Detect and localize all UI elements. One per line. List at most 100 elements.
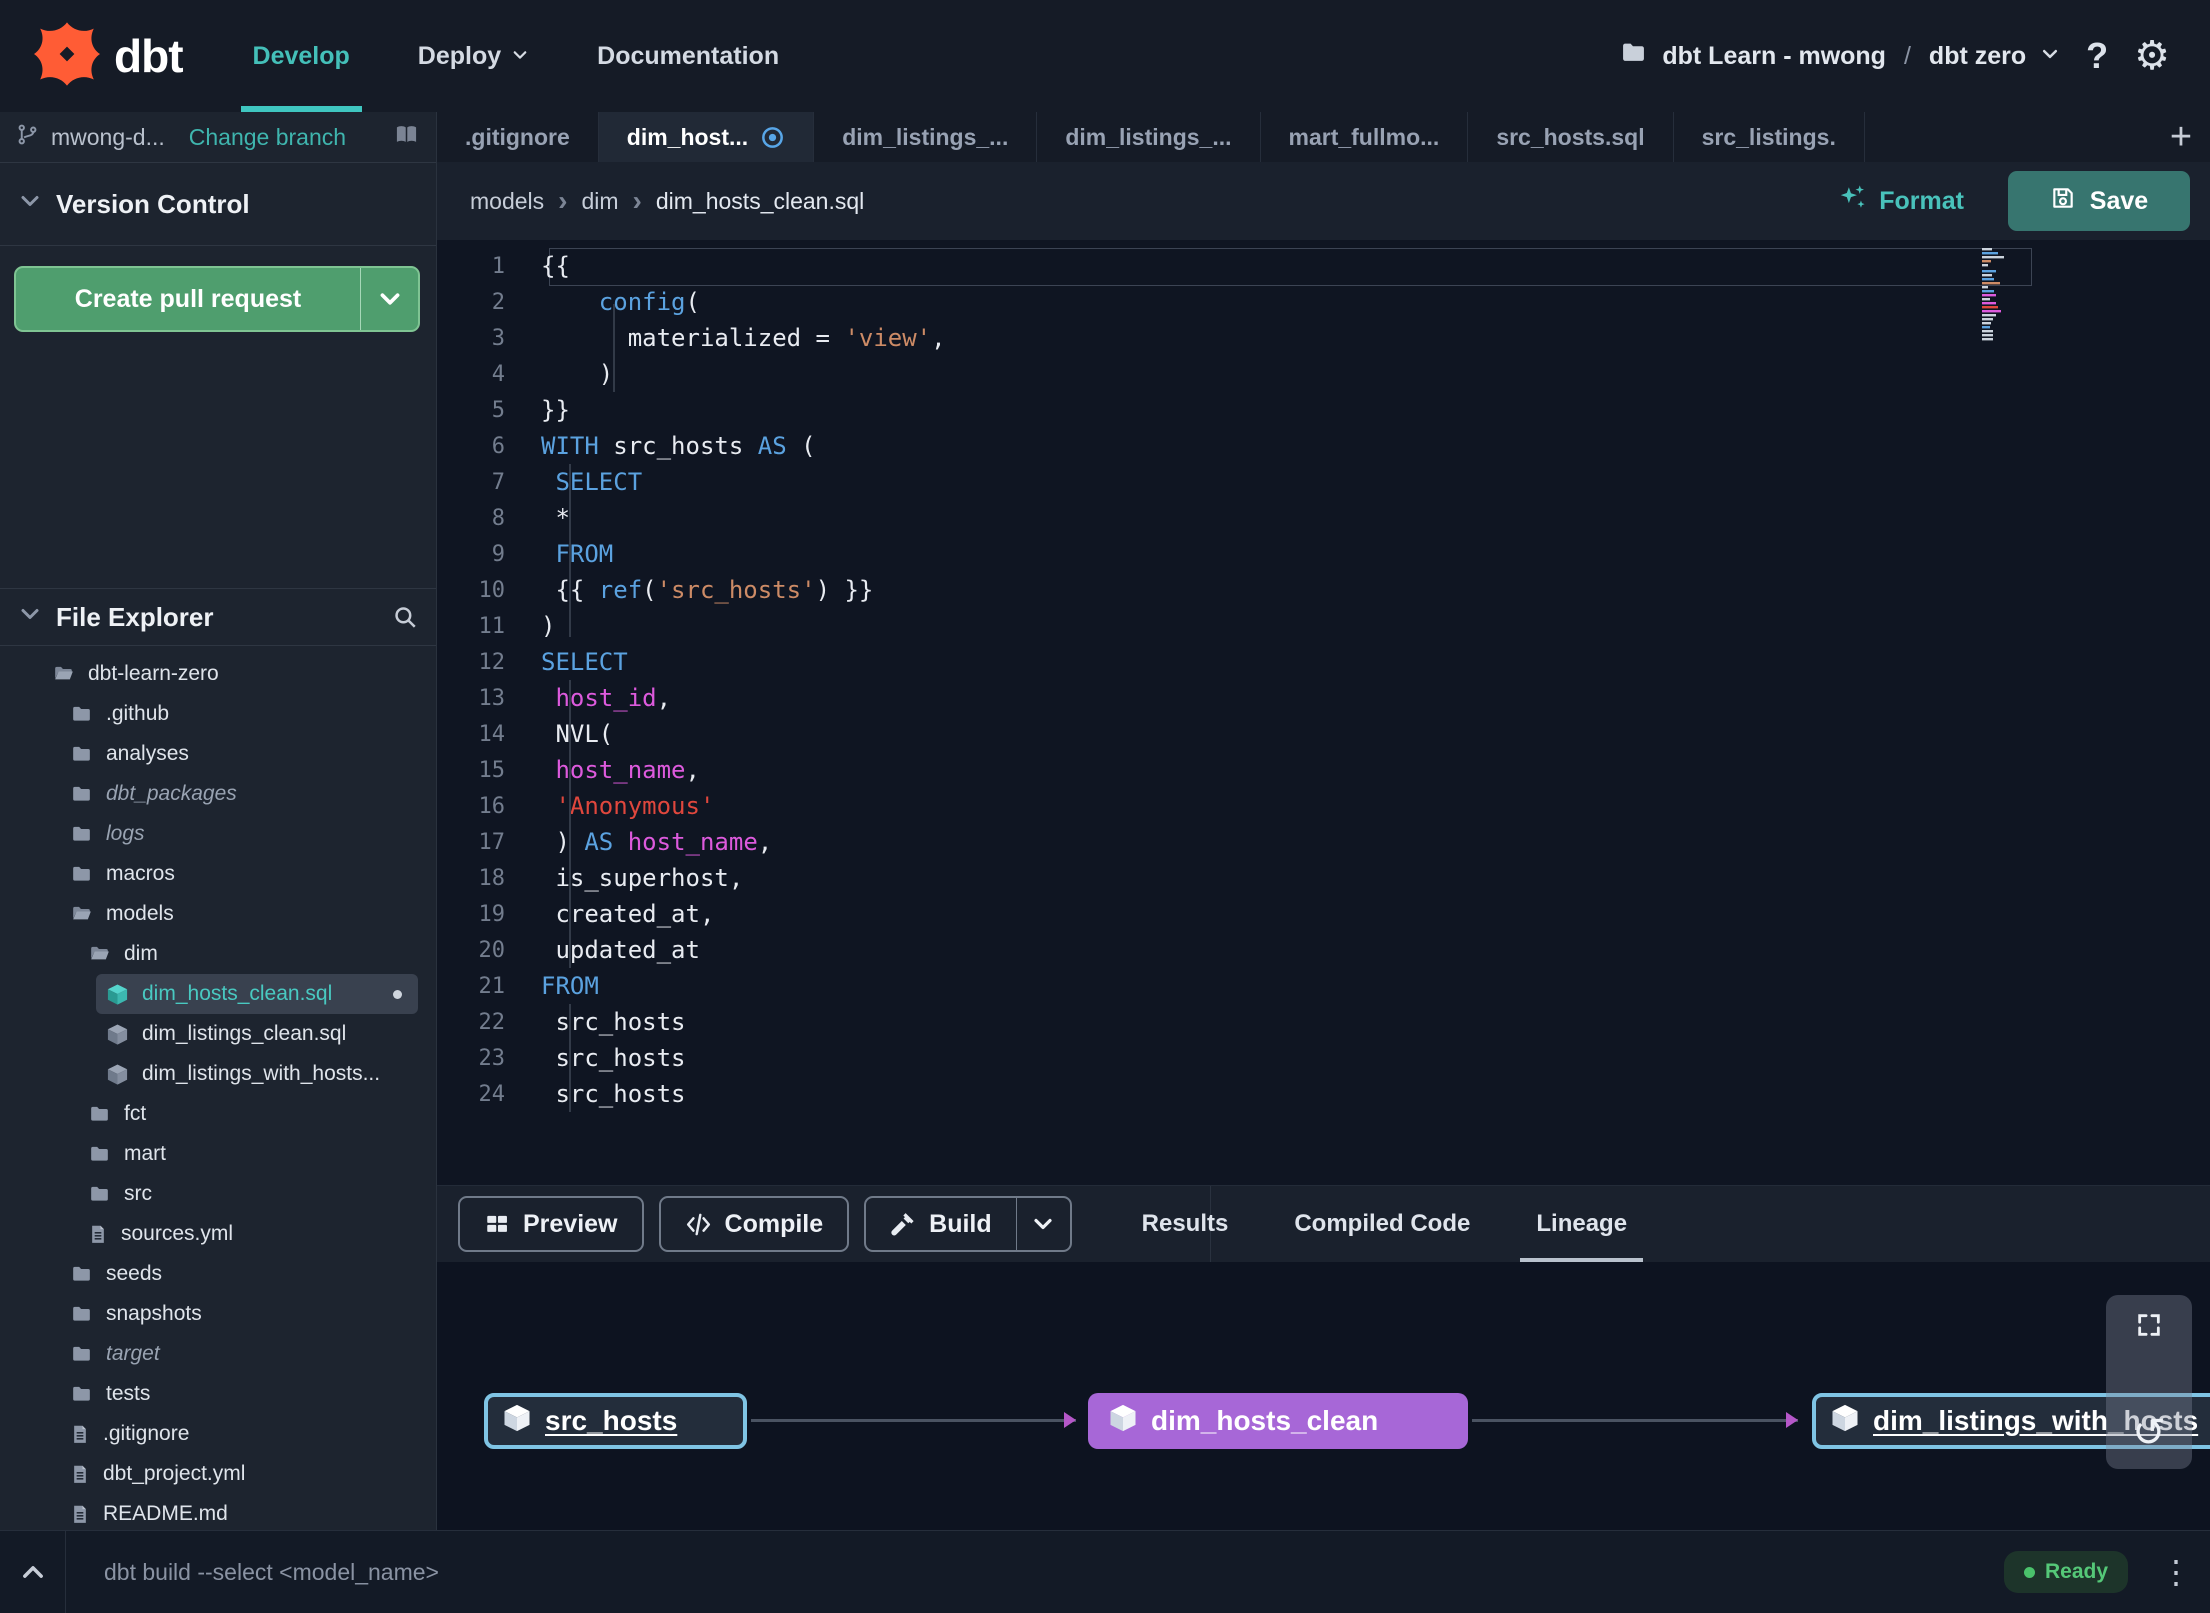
tree-item-src[interactable]: src xyxy=(0,1174,436,1214)
dbt-brand[interactable]: dbt xyxy=(0,21,223,92)
project-switcher[interactable]: dbt Learn - mwong / dbt zero xyxy=(1619,40,2060,72)
line-number: 19 xyxy=(478,901,506,927)
code-editor[interactable]: 1{{2 config(3 materialized = 'view', 4 ) 5… xyxy=(437,240,2210,1185)
help-icon[interactable]: ? xyxy=(2086,35,2108,77)
save-button[interactable]: Save xyxy=(2008,171,2190,231)
tree-item--gitignore[interactable]: .gitignore xyxy=(0,1414,436,1454)
panel-tab-compiled-code[interactable]: Compiled Code xyxy=(1294,1186,1470,1262)
editor-tab-dim-listings-[interactable]: dim_listings_... xyxy=(1037,112,1261,162)
code-text: is_superhost, xyxy=(541,864,744,892)
kebab-menu-icon[interactable]: ⋮ xyxy=(2154,1553,2198,1591)
tree-item-README-md[interactable]: README.md xyxy=(0,1494,436,1530)
tree-item-macros[interactable]: macros xyxy=(0,854,436,894)
panel-tab-lineage[interactable]: Lineage xyxy=(1520,1186,1643,1262)
nav-item-documentation[interactable]: Documentation xyxy=(567,0,809,112)
line-number: 22 xyxy=(478,1009,506,1035)
tree-item-analyses[interactable]: analyses xyxy=(0,734,436,774)
tab-label: dim_host... xyxy=(626,123,749,150)
panel-tab-results[interactable]: Results xyxy=(1142,1186,1229,1262)
settings-gear-icon[interactable]: ⚙ xyxy=(2134,36,2170,76)
tree-item-target[interactable]: target xyxy=(0,1334,436,1374)
search-icon[interactable] xyxy=(392,604,418,630)
line-number: 13 xyxy=(478,685,506,711)
tree-item-dim-hosts-clean-sql[interactable]: dim_hosts_clean.sql xyxy=(96,974,418,1014)
code-line-3: 3 materialized = 'view', xyxy=(437,320,2210,356)
folder-icon xyxy=(1619,40,1648,72)
tree-item-models[interactable]: models xyxy=(0,894,436,934)
breadcrumb-dim[interactable]: dim xyxy=(581,188,618,215)
tree-item-dim[interactable]: dim xyxy=(0,934,436,974)
folder-icon xyxy=(70,864,93,884)
main-nav: Develop Deploy Documentation xyxy=(223,0,810,112)
file-explorer-header[interactable]: File Explorer xyxy=(0,588,436,646)
editor-tab-src-listings-[interactable]: src_listings. xyxy=(1674,112,1865,162)
change-branch-link[interactable]: Change branch xyxy=(189,124,346,151)
folder-icon xyxy=(70,1264,93,1284)
branch-row: mwong-d... Change branch xyxy=(0,112,436,162)
code-text: * xyxy=(541,504,570,532)
lineage-node-label: dim_hosts_clean xyxy=(1151,1405,1379,1436)
lineage-node-dim-hosts-clean[interactable]: dim_hosts_clean xyxy=(1088,1393,1468,1449)
code-line-10: 10 {{ ref('src_hosts') }} xyxy=(437,572,2210,608)
build-dropdown-caret[interactable] xyxy=(1015,1198,1070,1250)
tree-item-fct[interactable]: fct xyxy=(0,1094,436,1134)
line-number: 24 xyxy=(478,1081,506,1107)
editor-tab-dim-host-[interactable]: dim_host... xyxy=(598,112,815,162)
model-cube-icon xyxy=(502,1403,532,1440)
lineage-canvas[interactable]: src_hosts dim_hosts_clean dim_listings_w… xyxy=(437,1262,2210,1530)
chevron-down-icon xyxy=(18,602,42,633)
nav-item-develop[interactable]: Develop xyxy=(223,0,380,112)
tree-item-seeds[interactable]: seeds xyxy=(0,1254,436,1294)
line-number: 2 xyxy=(491,289,505,315)
tree-item-dim-listings-clean-sql[interactable]: dim_listings_clean.sql xyxy=(0,1014,436,1054)
code-text: src_hosts xyxy=(541,1008,686,1036)
minimap[interactable] xyxy=(1980,246,2042,356)
tree-item-snapshots[interactable]: snapshots xyxy=(0,1294,436,1334)
undo-icon[interactable]: ↺ xyxy=(2132,1413,2166,1453)
build-button[interactable]: Build xyxy=(864,1196,1072,1252)
folder-open-icon xyxy=(70,904,93,924)
tree-item-logs[interactable]: logs xyxy=(0,814,436,854)
git-branch-icon xyxy=(16,123,39,151)
line-number: 14 xyxy=(478,721,506,747)
editor-tab--gitignore[interactable]: .gitignore xyxy=(437,112,599,162)
compile-button[interactable]: Compile xyxy=(658,1196,850,1252)
tree-item-tests[interactable]: tests xyxy=(0,1374,436,1414)
new-tab-button[interactable]: + xyxy=(2152,112,2210,162)
tree-item-label: sources.yml xyxy=(121,1222,234,1245)
button-label: Compile xyxy=(724,1209,824,1238)
command-input[interactable]: dbt build --select <model_name> xyxy=(104,1559,439,1586)
folder-icon xyxy=(70,1344,93,1364)
fullscreen-icon[interactable] xyxy=(2135,1311,2163,1344)
nav-item-label: Develop xyxy=(252,41,350,70)
command-bar-toggle[interactable] xyxy=(0,1531,66,1613)
lineage-node-src-hosts[interactable]: src_hosts xyxy=(484,1393,747,1449)
nav-item-label: Documentation xyxy=(597,41,780,70)
tree-item-label: README.md xyxy=(103,1502,228,1525)
tree-item-dbt-project-yml[interactable]: dbt_project.yml xyxy=(0,1454,436,1494)
docs-book-icon[interactable] xyxy=(393,123,420,151)
lineage-node-label: src_hosts xyxy=(545,1405,678,1436)
editor-tabbar: .gitignore dim_host... dim_listings_... dim… xyxy=(437,112,2210,162)
editor-tab-mart-fullmo-[interactable]: mart_fullmo... xyxy=(1261,112,1469,162)
pull-request-dropdown-caret[interactable] xyxy=(360,268,418,330)
tab-label: dim_listings_... xyxy=(842,123,1009,150)
create-pull-request-button[interactable]: Create pull request xyxy=(14,266,420,332)
breadcrumb-models[interactable]: models xyxy=(470,188,544,215)
tree-item--github[interactable]: .github xyxy=(0,694,436,734)
editor-tab-dim-listings-[interactable]: dim_listings_... xyxy=(814,112,1038,162)
tree-item-mart[interactable]: mart xyxy=(0,1134,436,1174)
code-line-12: 12 SELECT xyxy=(437,644,2210,680)
preview-button[interactable]: Preview xyxy=(458,1196,644,1252)
format-button[interactable]: Format xyxy=(1838,183,1964,219)
tree-item-dbt-packages[interactable]: dbt_packages xyxy=(0,774,436,814)
tree-item-dbt-learn-zero[interactable]: dbt-learn-zero xyxy=(0,654,436,694)
version-control-header[interactable]: Version Control xyxy=(0,162,436,246)
tree-item-sources-yml[interactable]: sources.yml xyxy=(0,1214,436,1254)
results-panel-toolbar: Preview Compile Build Results Compiled Code… xyxy=(437,1185,2210,1262)
tree-item-dim-listings-with-hosts-[interactable]: dim_listings_with_hosts... xyxy=(0,1054,436,1094)
nav-item-deploy[interactable]: Deploy xyxy=(388,0,559,112)
breadcrumb-file[interactable]: dim_hosts_clean.sql xyxy=(656,188,864,215)
editor-tab-src-hosts-sql[interactable]: src_hosts.sql xyxy=(1468,112,1674,162)
folder-icon xyxy=(88,1104,111,1124)
